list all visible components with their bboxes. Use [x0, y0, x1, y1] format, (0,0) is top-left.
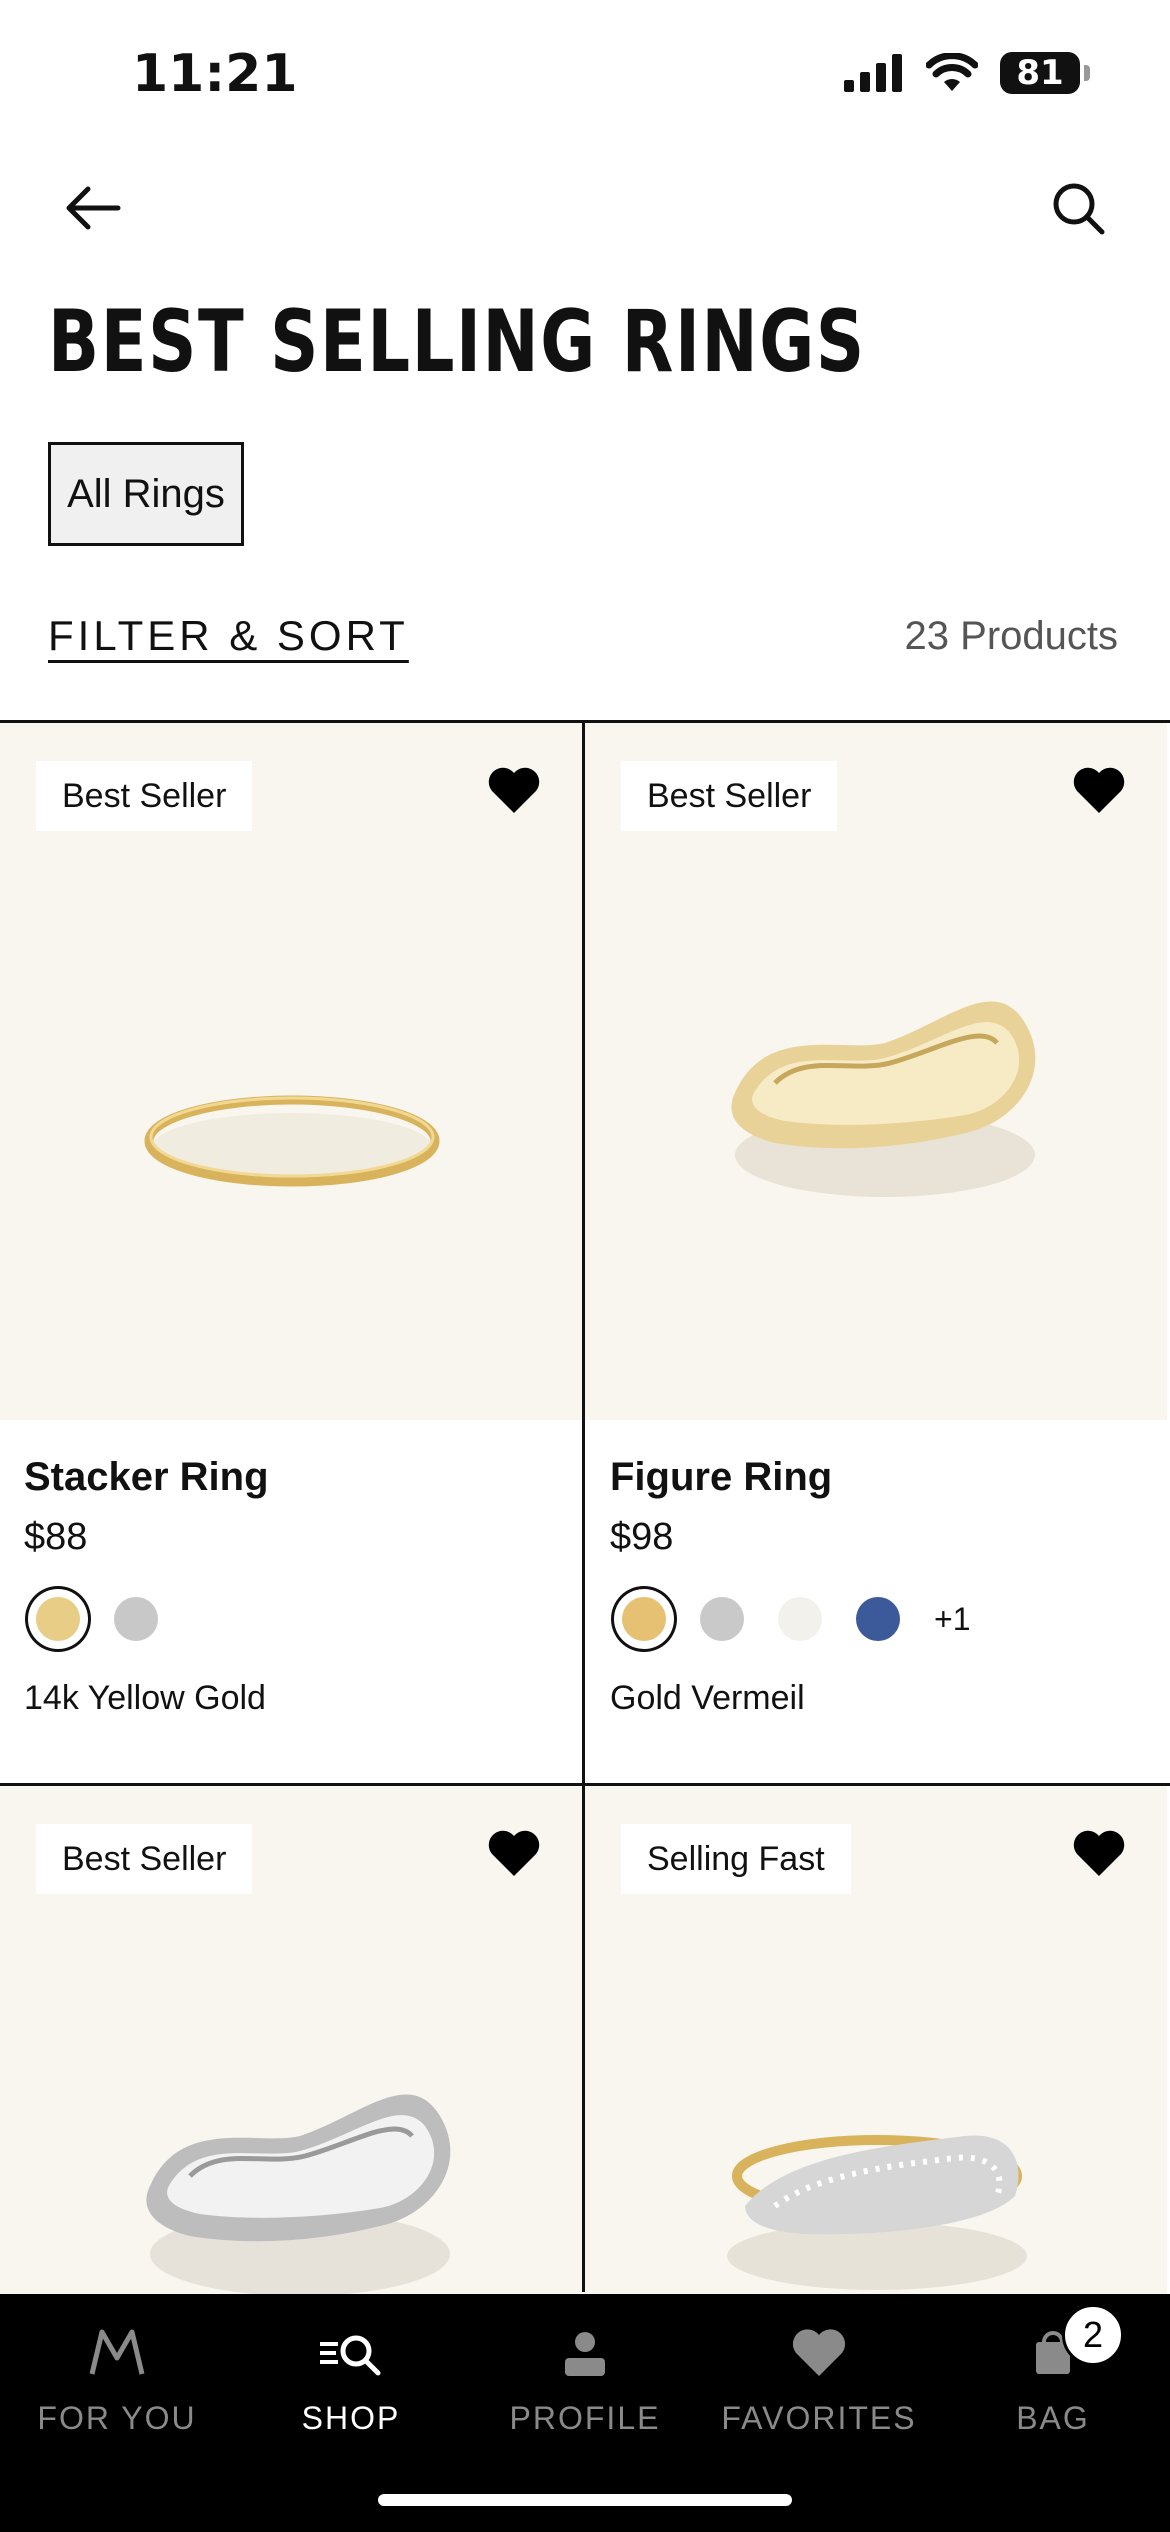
- page-title: BEST SELLING RINGS: [48, 292, 866, 392]
- product-card-figure-ring[interactable]: Best Seller Figure Ring $98 +1 Gold Verm…: [585, 723, 1167, 1783]
- heart-icon: [792, 2329, 846, 2376]
- status-bar: 11:21 81: [0, 0, 1170, 140]
- shop-search-icon: [320, 2335, 381, 2376]
- favorite-heart-icon[interactable]: [1071, 763, 1127, 819]
- home-indicator[interactable]: [378, 2494, 792, 2506]
- person-icon: [565, 2332, 605, 2376]
- back-arrow-icon[interactable]: [56, 172, 128, 244]
- status-badge: Best Seller: [36, 1824, 253, 1894]
- favorite-heart-icon[interactable]: [1071, 1826, 1127, 1882]
- color-swatches: [24, 1585, 269, 1653]
- category-chip-all-rings[interactable]: All Rings: [48, 442, 244, 546]
- swatch-blue[interactable]: [856, 1597, 900, 1641]
- tab-label: PROFILE: [509, 2400, 661, 2436]
- product-metal: 14k Yellow Gold: [24, 1679, 266, 1717]
- swatch-silver[interactable]: [114, 1597, 158, 1641]
- product-card-4[interactable]: Selling Fast: [585, 1786, 1167, 2294]
- product-info: Figure Ring $98 +1 Gold Vermeil: [610, 1455, 970, 1718]
- favorite-heart-icon[interactable]: [486, 763, 542, 819]
- status-badge: Selling Fast: [621, 1824, 851, 1894]
- status-badge: Best Seller: [36, 761, 253, 831]
- filter-sort-button[interactable]: FILTER & SORT: [48, 612, 409, 660]
- signal-icon: [844, 54, 902, 92]
- swatch-yellow-gold[interactable]: [36, 1597, 80, 1641]
- tab-label: SHOP: [301, 2400, 401, 2436]
- favorite-heart-icon[interactable]: [486, 1826, 542, 1882]
- bag-count-badge: 2: [1062, 2304, 1124, 2366]
- status-icons: 81: [844, 52, 1090, 94]
- product-name: Stacker Ring: [24, 1455, 269, 1499]
- product-count: 23 Products: [904, 614, 1118, 658]
- product-card-stacker-ring[interactable]: Best Seller Stacker Ring $88 14k Yellow …: [0, 723, 582, 1783]
- more-swatches[interactable]: +1: [934, 1601, 970, 1638]
- tab-label: BAG: [1016, 2400, 1090, 2436]
- battery-tip: [1084, 65, 1090, 81]
- battery-icon: 81: [1000, 52, 1080, 94]
- product-metal: Gold Vermeil: [610, 1679, 805, 1717]
- swatch-silver[interactable]: [700, 1597, 744, 1641]
- tab-label: FAVORITES: [721, 2400, 917, 2436]
- product-card-3[interactable]: Best Seller: [0, 1786, 582, 2296]
- product-price: $98: [610, 1516, 674, 1558]
- m-logo-icon: [89, 2329, 145, 2375]
- product-info: Stacker Ring $88 14k Yellow Gold: [24, 1455, 269, 1718]
- wifi-icon: [926, 53, 978, 91]
- search-icon[interactable]: [1042, 172, 1114, 244]
- color-swatches: +1: [610, 1585, 970, 1653]
- tab-label: FOR YOU: [37, 2400, 197, 2436]
- product-price: $88: [24, 1516, 88, 1558]
- swatch-gold[interactable]: [622, 1597, 666, 1641]
- swatch-white[interactable]: [778, 1597, 822, 1641]
- status-time: 11:21: [132, 44, 298, 104]
- product-name: Figure Ring: [610, 1455, 833, 1499]
- status-badge: Best Seller: [621, 761, 838, 831]
